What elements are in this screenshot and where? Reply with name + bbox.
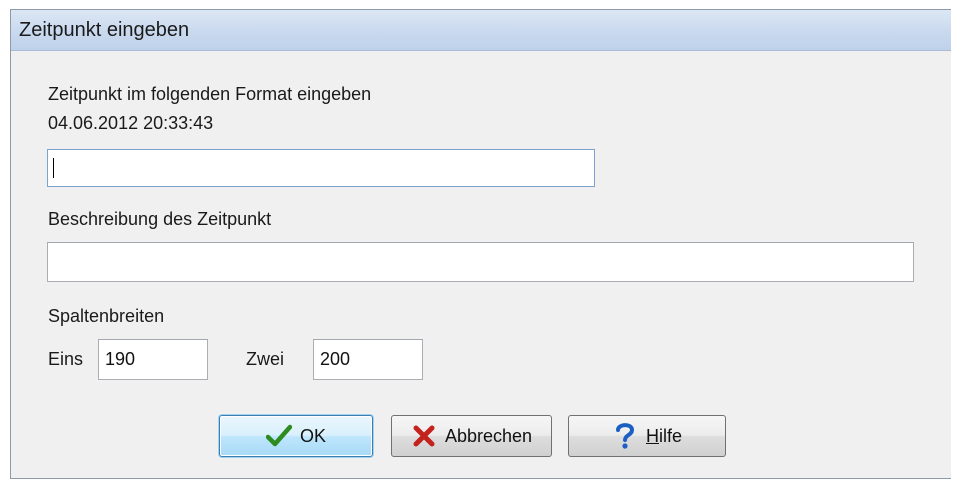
dialog-window: Zeitpunkt eingeben Zeitpunkt im folgende… xyxy=(10,9,951,479)
col1-width-value: 190 xyxy=(105,349,136,369)
column-widths-label: Spaltenbreiten xyxy=(48,306,165,326)
description-label: Beschreibung des Zeitpunkt xyxy=(48,209,272,229)
checkmark-icon xyxy=(265,423,292,449)
cancel-button-label: Abbrechen xyxy=(444,425,533,446)
col2-label: Zwei xyxy=(246,349,285,369)
window-title: Zeitpunkt eingeben xyxy=(19,19,190,41)
col1-width-input[interactable]: 190 xyxy=(98,339,208,380)
question-icon xyxy=(612,423,638,449)
x-icon xyxy=(411,423,437,449)
col1-label: Eins xyxy=(48,349,84,369)
col2-width-input[interactable]: 200 xyxy=(313,339,423,380)
cancel-button[interactable]: Abbrechen xyxy=(391,415,552,457)
ok-button-label: OK xyxy=(299,425,326,446)
dialog-body: Zeitpunkt im folgenden Format eingeben 0… xyxy=(11,51,951,478)
timestamp-format-example: 04.06.2012 20:33:43 xyxy=(48,113,214,133)
ok-button[interactable]: OK xyxy=(219,415,373,457)
text-caret xyxy=(53,158,54,179)
description-input[interactable] xyxy=(47,242,914,282)
timestamp-input[interactable] xyxy=(47,149,595,187)
col2-width-value: 200 xyxy=(320,349,351,369)
title-bar[interactable]: Zeitpunkt eingeben xyxy=(11,10,951,51)
help-button-label: Hilfe xyxy=(645,425,682,446)
timestamp-prompt-label: Zeitpunkt im folgenden Format eingeben xyxy=(48,84,372,104)
help-button[interactable]: Hilfe xyxy=(568,415,726,457)
